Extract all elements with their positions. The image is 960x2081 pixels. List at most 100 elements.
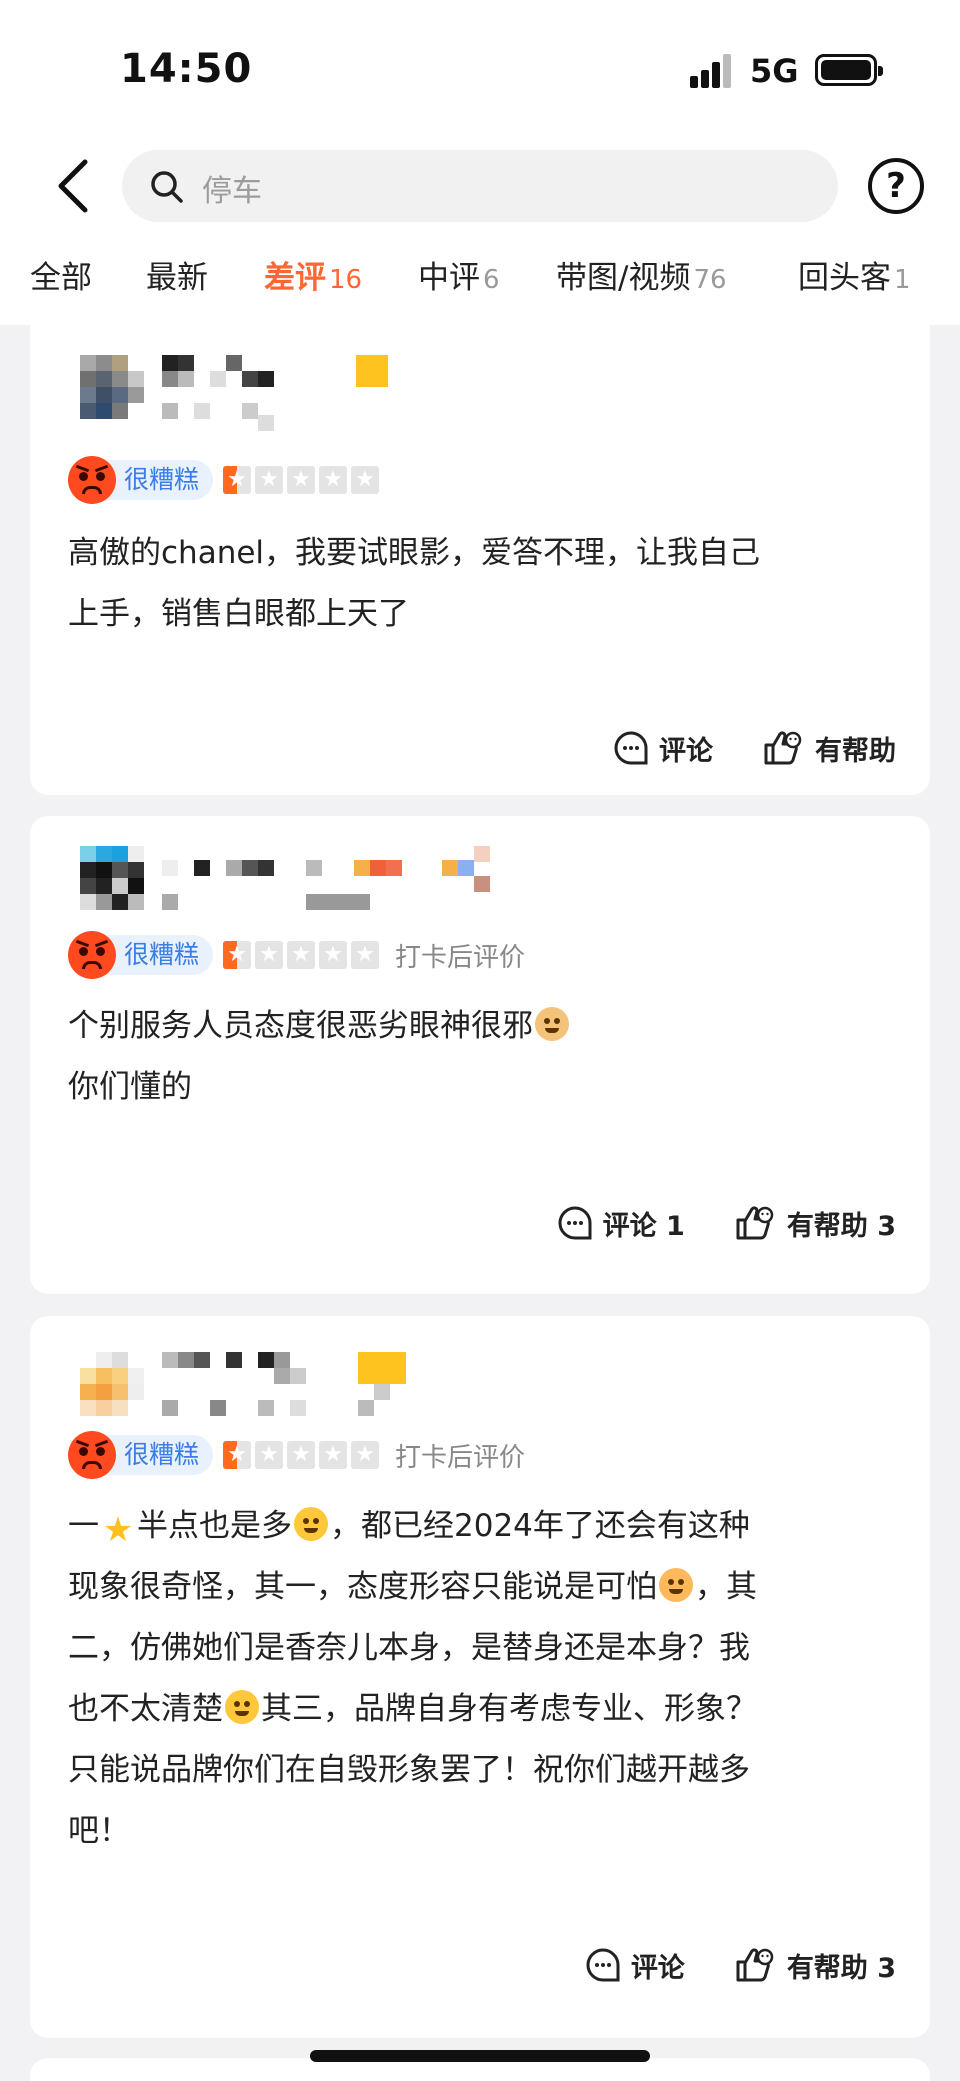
review-line-text: 其三，品牌自身有考虑专业、形象？ (261, 1691, 757, 1727)
review-line-text: ，其 (695, 1569, 757, 1605)
rating-label: 很糟糕 (104, 935, 214, 975)
tab-count: 76 (693, 265, 727, 295)
nav-row: 停车 ? (0, 148, 960, 226)
star-rating: ★ ★ ★ ★ ★ (223, 941, 383, 969)
review-line: 现象很奇怪，其一，态度形容只能说是可怕 ，其 (68, 1557, 898, 1618)
helpful-button[interactable]: 有帮助 3 (735, 1204, 896, 1243)
review-text[interactable]: 高傲的chanel，我要试眼影，爱答不理，让我自己 上手，销售白眼都上天了 (68, 523, 898, 645)
comment-button[interactable]: 评论 1 (557, 1204, 685, 1243)
review-line-text: 个别服务人员态度很恶劣眼神很邪 (68, 1008, 533, 1044)
username-blurred (162, 1352, 442, 1422)
help-icon[interactable]: ? (868, 158, 924, 214)
username-blurred (162, 846, 542, 916)
comment-label: 评论 1 (602, 1210, 685, 1242)
comment-icon (558, 1206, 592, 1240)
angry-face-icon (68, 1431, 116, 1479)
avatar[interactable] (80, 1352, 146, 1428)
review-line: 吧！ (68, 1813, 130, 1849)
comment-icon (614, 731, 648, 765)
battery-icon (815, 54, 883, 86)
rating-label: 很糟糕 (104, 1435, 214, 1475)
search-input[interactable]: 停车 (122, 150, 838, 222)
angry-face-icon (68, 456, 116, 504)
header: 14:50 5G 停车 ? 全部 最新 差评 16 中评 6 带图/视频 76 回头客… (0, 0, 960, 325)
star-icon: ★ (351, 466, 380, 494)
home-indicator (310, 2050, 650, 2062)
tab-with-media[interactable]: 带图/视频 76 (556, 252, 727, 297)
star-rating: ★ ★ ★ ★ ★ (223, 466, 383, 494)
review-line: 只能说品牌你们在自毁形象罢了！祝你们越开越多 (68, 1752, 750, 1788)
helpful-icon (736, 1948, 774, 1982)
tab-returning[interactable]: 回头客 1 (798, 252, 911, 297)
helpful-label: 有帮助 (815, 735, 896, 767)
star-icon: ★ (255, 1441, 284, 1469)
scared-face-emoji-icon (659, 1568, 693, 1602)
tab-count: 16 (329, 265, 363, 295)
avatar[interactable] (80, 846, 146, 922)
rating-row: 很糟糕 ★ ★ ★ ★ ★ (68, 455, 383, 505)
tab-negative[interactable]: 差评 16 (264, 252, 362, 297)
star-icon: ★ (287, 941, 316, 969)
dog-emoji-icon (535, 1007, 569, 1041)
review-line-text: 现象很奇怪，其一，态度形容只能说是可怕 (68, 1569, 657, 1605)
star-icon: ★ (255, 466, 284, 494)
star-icon: ★ (319, 941, 348, 969)
tab-label: 差评 (264, 260, 326, 296)
tab-label: 全部 (30, 260, 92, 296)
review-line-text: 也不太清楚 (68, 1691, 223, 1727)
status-time: 14:50 (120, 46, 253, 92)
status-bar: 14:50 5G (0, 0, 960, 140)
review-line: 二，仿佛她们是香奈儿本身，是替身还是本身？我 (68, 1630, 750, 1666)
rating-row: 很糟糕 ★ ★ ★ ★ ★ 打卡后评价 (68, 930, 525, 980)
star-icon: ★ (223, 941, 252, 969)
search-placeholder: 停车 (202, 174, 262, 209)
star-icon: ★ (351, 941, 380, 969)
review-line-text: 一 (68, 1508, 99, 1544)
helpful-button[interactable]: 有帮助 (763, 729, 896, 768)
helpful-button[interactable]: 有帮助 3 (735, 1946, 896, 1985)
glowing-star-emoji-icon: ★ (102, 1510, 134, 1550)
review-card: 很糟糕 ★ ★ ★ ★ ★ 打卡后评价 个别服务人员态度很恶劣眼神很邪 你们懂的 评论 … (30, 816, 930, 1294)
username-blurred (162, 355, 422, 431)
helpful-icon (736, 1206, 774, 1240)
star-icon: ★ (255, 941, 284, 969)
tab-count: 1 (894, 265, 911, 295)
review-actions: 评论 有帮助 (563, 723, 896, 773)
avatar[interactable] (80, 355, 146, 431)
review-card: 很糟糕 ★ ★ ★ ★ ★ 打卡后评价 一 ★ 半点也是多 ，都已经2024年了还会有这种 现… (30, 1316, 930, 2038)
tab-label: 回头客 (798, 260, 891, 296)
tab-label: 带图/视频 (556, 260, 691, 296)
review-line: 个别服务人员态度很恶劣眼神很邪 (68, 996, 898, 1057)
filter-tabs: 全部 最新 差评 16 中评 6 带图/视频 76 回头客 1 (0, 252, 960, 302)
tab-latest[interactable]: 最新 (146, 252, 208, 297)
star-icon: ★ (287, 466, 316, 494)
tab-count: 6 (483, 265, 500, 295)
comment-button[interactable]: 评论 (585, 1946, 685, 1985)
comment-label: 评论 (659, 735, 713, 767)
rating-row: 很糟糕 ★ ★ ★ ★ ★ 打卡后评价 (68, 1430, 525, 1480)
review-text[interactable]: 个别服务人员态度很恶劣眼神很邪 你们懂的 (68, 996, 898, 1118)
crying-face-emoji-icon (225, 1690, 259, 1724)
checkin-tag: 打卡后评价 (395, 1442, 526, 1473)
back-button[interactable] (44, 154, 100, 218)
sweat-smile-emoji-icon (294, 1507, 328, 1541)
review-actions: 评论 有帮助 3 (535, 1940, 896, 1990)
tab-label: 中评 (418, 260, 480, 296)
helpful-label: 有帮助 3 (786, 1210, 896, 1242)
review-card: 很糟糕 ★ ★ ★ ★ ★ 高傲的chanel，我要试眼影，爱答不理，让我自己 上手，销… (30, 325, 930, 795)
helpful-label: 有帮助 3 (786, 1952, 896, 1984)
comment-label: 评论 (630, 1952, 685, 1984)
review-line: 也不太清楚 其三，品牌自身有考虑专业、形象？ (68, 1679, 898, 1740)
review-line: 一 ★ 半点也是多 ，都已经2024年了还会有这种 (68, 1496, 898, 1557)
back-arrow-icon (58, 159, 88, 213)
review-actions: 评论 1 有帮助 3 (507, 1198, 896, 1248)
angry-face-icon (68, 931, 116, 979)
tab-neutral[interactable]: 中评 6 (418, 252, 500, 297)
review-line: 上手，销售白眼都上天了 (68, 596, 409, 632)
review-text[interactable]: 一 ★ 半点也是多 ，都已经2024年了还会有这种 现象很奇怪，其一，态度形容只能说是… (68, 1496, 898, 1862)
comment-button[interactable]: 评论 (613, 729, 713, 768)
review-line-text: 半点也是多 (137, 1508, 292, 1544)
tab-all[interactable]: 全部 (30, 252, 92, 297)
tab-label: 最新 (146, 260, 208, 296)
rating-label: 很糟糕 (104, 460, 214, 500)
